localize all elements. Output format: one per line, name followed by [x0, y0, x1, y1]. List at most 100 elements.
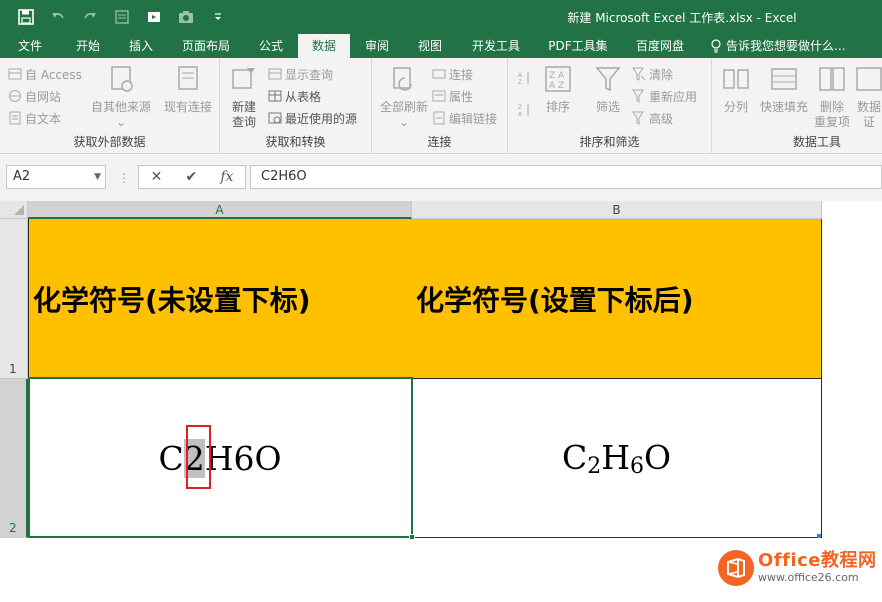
tab-data[interactable]: 数据 — [298, 34, 350, 58]
formula-input[interactable]: C2H6O — [250, 165, 882, 189]
formula-bar-grip-icon: ⋮ — [118, 171, 130, 185]
group-label-external: 获取外部数据 — [73, 135, 146, 149]
sort-az-button[interactable]: AZ — [518, 68, 535, 88]
select-all-button[interactable] — [0, 201, 28, 219]
existing-connections-icon — [178, 66, 198, 90]
a2-selected-char: 2 — [183, 438, 205, 478]
show-queries-icon — [268, 68, 282, 80]
column-header-a[interactable]: A — [28, 201, 412, 219]
svg-text:Z: Z — [518, 79, 522, 85]
reapply-icon — [632, 89, 644, 103]
sort-za-button[interactable]: ZA — [518, 100, 535, 120]
advanced-filter-icon — [632, 111, 644, 125]
svg-text:A: A — [518, 72, 523, 79]
window-title: 新建 Microsoft Excel 工作表.xlsx - Excel — [567, 11, 797, 25]
row-header-2[interactable]: 2 — [0, 379, 28, 538]
sort-icon: Z AA Z — [545, 66, 571, 92]
lightbulb-icon — [711, 39, 721, 53]
table-icon — [268, 90, 282, 102]
watermark: Office教程网 www.office26.com — [718, 550, 877, 586]
tab-insert[interactable]: 插入 — [116, 34, 166, 58]
svg-text:A Z: A Z — [549, 81, 564, 91]
fill-handle[interactable] — [409, 534, 415, 540]
group-get-external-data: 自 Access 自网站 自文本 自其他来源 ⌄ 现有连接 获取外部数据 — [0, 58, 220, 153]
tell-me-text: 告诉我您想要做什么... — [726, 39, 846, 53]
remove-duplicates-button[interactable]: 删除 重复项 — [812, 64, 852, 130]
refresh-all-button[interactable]: 全部刷新 ⌄ — [376, 64, 432, 130]
select-all-icon — [14, 205, 24, 215]
from-table-button[interactable]: 从表格 — [268, 86, 321, 106]
other-sources-icon — [111, 66, 133, 92]
from-access-button[interactable]: 自 Access — [8, 64, 82, 84]
name-box-dropdown-icon[interactable]: ▼ — [94, 166, 101, 188]
cancel-formula-button[interactable]: ✕ — [151, 169, 163, 185]
cell-a1[interactable]: 化学符号(未设置下标) — [28, 219, 413, 379]
column-header-b[interactable]: B — [412, 201, 822, 219]
reapply-button[interactable]: 重新应用 — [632, 86, 697, 106]
group-label-transform: 获取和转换 — [265, 135, 326, 149]
watermark-url: www.office26.com — [758, 571, 859, 584]
formula-bar: A2 ▼ ⋮ ✕ ✔ fx C2H6O — [0, 155, 882, 201]
data-validation-icon — [856, 67, 882, 91]
tab-review[interactable]: 审阅 — [352, 34, 402, 58]
remove-duplicates-icon — [819, 67, 845, 91]
connections-button[interactable]: 连接 — [432, 64, 473, 84]
clear-filter-icon — [632, 67, 646, 81]
row-header-1[interactable]: 1 — [0, 219, 28, 379]
group-label-connections: 连接 — [427, 135, 452, 149]
cell-a2[interactable]: C2H6O — [28, 379, 413, 538]
from-text-button[interactable]: 自文本 — [8, 108, 61, 128]
advanced-filter-button[interactable]: 高级 — [632, 108, 673, 128]
existing-connections-button[interactable]: 现有连接 — [160, 64, 216, 115]
group-get-transform: 新建 查询 显示查询 从表格 最近使用的源 获取和转换 — [220, 58, 372, 153]
cell-b2-corner-marker — [817, 534, 821, 538]
name-box[interactable]: A2 ▼ — [6, 165, 106, 189]
text-file-icon — [9, 111, 21, 125]
properties-button[interactable]: 属性 — [432, 86, 473, 106]
text-to-columns-button[interactable]: 分列 — [718, 64, 754, 115]
office-logo-icon — [727, 557, 745, 579]
formula-buttons: ✕ ✔ fx — [138, 165, 246, 189]
show-queries-button[interactable]: 显示查询 — [268, 64, 333, 84]
tab-developer[interactable]: 开发工具 — [458, 34, 534, 58]
ribbon-data: 自 Access 自网站 自文本 自其他来源 ⌄ 现有连接 获取外部数据 新建 … — [0, 58, 882, 154]
flash-fill-icon — [771, 68, 797, 90]
sort-button[interactable]: Z AA Z 排序 — [540, 64, 576, 115]
tab-view[interactable]: 视图 — [404, 34, 456, 58]
tab-pdf-tools[interactable]: PDF工具集 — [536, 34, 620, 58]
cell-b1[interactable]: 化学符号(设置下标后) — [412, 219, 822, 379]
tab-page-layout[interactable]: 页面布局 — [168, 34, 244, 58]
insert-function-button[interactable]: fx — [220, 169, 233, 185]
group-label-data-tools: 数据工具 — [792, 135, 841, 149]
flash-fill-button[interactable]: 快速填充 — [758, 64, 810, 115]
tab-file[interactable]: 文件 — [0, 34, 60, 58]
title-bar: 新建 Microsoft Excel 工作表.xlsx - Excel — [0, 0, 882, 34]
a2-text: C2H6O — [158, 438, 282, 478]
from-other-sources-button[interactable]: 自其他来源 ⌄ — [90, 64, 152, 130]
cell-b2[interactable]: C2H6O — [412, 379, 822, 538]
tab-formulas[interactable]: 公式 — [246, 34, 296, 58]
recent-sources-icon — [268, 112, 282, 124]
clear-filter-button[interactable]: 清除 — [632, 64, 673, 84]
edit-links-button[interactable]: 编辑链接 — [432, 108, 497, 128]
filter-icon — [595, 67, 621, 92]
watermark-title: Office教程网 — [758, 550, 877, 571]
group-label-sort: 排序和筛选 — [579, 135, 640, 149]
enter-formula-button[interactable]: ✔ — [185, 169, 197, 185]
filter-button[interactable]: 筛选 — [588, 64, 628, 115]
from-web-button[interactable]: 自网站 — [8, 86, 61, 106]
recent-sources-button[interactable]: 最近使用的源 — [268, 108, 357, 128]
new-query-icon — [232, 68, 255, 89]
ribbon-tabs: 文件 开始 插入 页面布局 公式 数据 审阅 视图 开发工具 PDF工具集 百度… — [0, 34, 882, 58]
tell-me-search[interactable]: 告诉我您想要做什么... — [710, 34, 845, 58]
svg-text:Z: Z — [518, 104, 522, 111]
new-query-button[interactable]: 新建 查询 — [226, 64, 262, 130]
tab-home[interactable]: 开始 — [62, 34, 114, 58]
data-validation-button[interactable]: 数据 证 — [854, 64, 882, 130]
tab-baidu-netdisk[interactable]: 百度网盘 — [622, 34, 698, 58]
office-logo — [718, 550, 754, 586]
b2-chemical-formula: C2H6O — [561, 437, 672, 479]
group-sort-filter: AZ ZA Z AA Z 排序 筛选 清除 重新应用 高级 排序和筛选 — [508, 58, 712, 153]
properties-icon — [432, 90, 446, 102]
sort-za-icon: ZA — [518, 104, 529, 117]
